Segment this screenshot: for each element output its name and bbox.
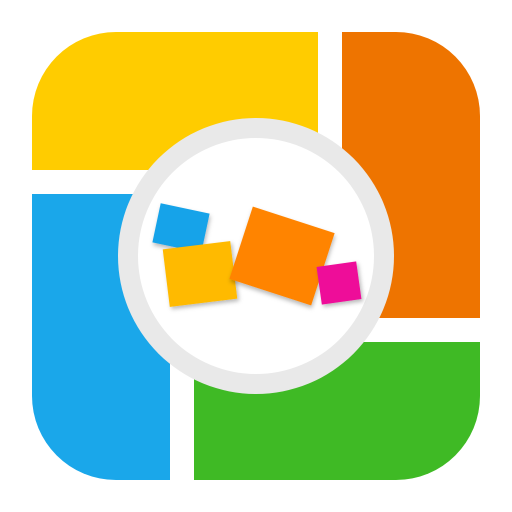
magenta-square [316,261,362,305]
app-icon-canvas [0,0,512,512]
yellow-square [162,241,238,307]
app-icon[interactable] [0,0,512,512]
